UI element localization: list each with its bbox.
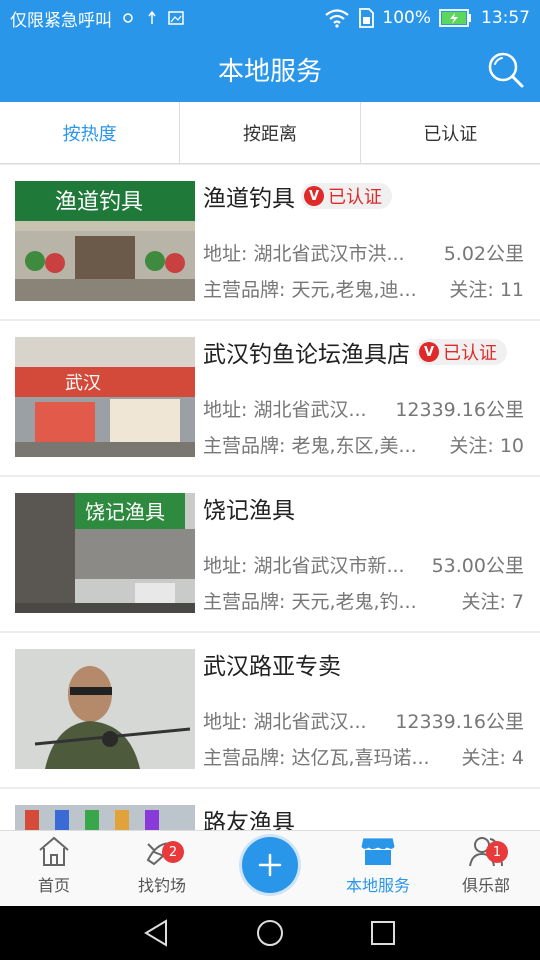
shop-sign-text: 渔道钓具 bbox=[55, 190, 143, 215]
status-bar: 仅限紧急呼叫 100% 13:57 bbox=[0, 0, 540, 36]
brands-row: 主营品牌: 天元,老鬼,钓... 关注: 7 bbox=[203, 587, 524, 614]
search-icon[interactable] bbox=[486, 50, 526, 90]
shop-list: 渔道钓具 渔道钓具 V 已认证 地址: 湖北省武汉市洪... 5.02公里 主营… bbox=[0, 165, 540, 830]
shop-brands: 主营品牌: 达亿瓦,喜玛诺... bbox=[203, 747, 430, 769]
shop-name: 武汉钓鱼论坛渔具店 V 已认证 bbox=[203, 335, 507, 369]
address-row: 地址: 湖北省武汉市洪... 5.02公里 bbox=[203, 239, 524, 266]
tab-by-popularity[interactable]: 按热度 bbox=[0, 102, 181, 163]
brands-row: 主营品牌: 老鬼,东区,美... 关注: 10 bbox=[203, 431, 524, 458]
shop-distance: 53.00公里 bbox=[431, 555, 524, 577]
club-badge: 1 bbox=[486, 841, 508, 863]
v-icon: V bbox=[304, 186, 324, 206]
shop-name: 饶记渔具 bbox=[203, 491, 295, 525]
shop-name: 路友渔具 bbox=[203, 803, 295, 830]
shop-photo bbox=[15, 649, 195, 769]
shop-address: 地址: 湖北省武汉... bbox=[203, 399, 367, 421]
home-icon bbox=[39, 836, 69, 866]
carrier-text: 仅限紧急呼叫 bbox=[10, 10, 112, 31]
shop-icon bbox=[360, 837, 396, 865]
clock: 13:57 bbox=[481, 8, 530, 28]
nav-fishing-spot[interactable]: 2 找钓场 bbox=[108, 831, 216, 906]
nav-add[interactable] bbox=[216, 831, 324, 906]
nav-local-service[interactable]: 本地服务 bbox=[324, 831, 432, 906]
page-title: 本地服务 bbox=[217, 56, 322, 87]
shop-photo: 饶记渔具 bbox=[15, 493, 195, 613]
notification-icon bbox=[123, 13, 133, 23]
home-circle-icon[interactable] bbox=[255, 918, 285, 948]
shop-distance: 12339.16公里 bbox=[395, 711, 524, 733]
shop-name: 渔道钓具 V 已认证 bbox=[203, 179, 392, 213]
shop-name-text: 武汉路亚专卖 bbox=[203, 654, 341, 680]
brands-row: 主营品牌: 达亿瓦,喜玛诺... 关注: 4 bbox=[203, 743, 524, 770]
sort-tabs: 按热度 按距离 已认证 bbox=[0, 102, 540, 164]
v-icon: V bbox=[419, 342, 439, 362]
nav-home-label: 首页 bbox=[37, 876, 70, 895]
shop-sign-text: 饶记渔具 bbox=[85, 500, 165, 524]
nav-club[interactable]: 1 俱乐部 bbox=[432, 831, 540, 906]
shop-brands: 主营品牌: 天元,老鬼,迪... bbox=[203, 279, 417, 301]
address-row: 地址: 湖北省武汉... 12339.16公里 bbox=[203, 395, 524, 422]
shop-distance: 5.02公里 bbox=[443, 243, 524, 265]
usb-icon bbox=[148, 11, 156, 24]
shop-name-text: 武汉钓鱼论坛渔具店 bbox=[203, 342, 410, 368]
shop-list-item[interactable]: 武汉 武汉钓鱼论坛渔具店 V 已认证 地址: 湖北省武汉... 12339.16… bbox=[0, 321, 540, 475]
shop-follows: 关注: 7 bbox=[461, 591, 524, 613]
verified-label: 已认证 bbox=[328, 187, 382, 208]
shop-photo: 武汉 bbox=[15, 337, 195, 457]
bottom-nav: 首页 2 找钓场 本地服务 1 俱乐部 bbox=[0, 830, 540, 906]
battery-percent: 100% bbox=[382, 8, 431, 28]
wifi-icon bbox=[325, 9, 350, 28]
address-row: 地址: 湖北省武汉... 12339.16公里 bbox=[203, 707, 524, 734]
shop-follows: 关注: 4 bbox=[461, 747, 524, 769]
shop-name-text: 渔道钓具 bbox=[203, 186, 295, 212]
nav-club-label: 俱乐部 bbox=[461, 876, 510, 895]
sim-card-icon bbox=[359, 8, 375, 28]
shop-name-text: 饶记渔具 bbox=[203, 498, 295, 524]
system-nav-bar bbox=[0, 906, 540, 960]
shop-list-item[interactable]: 路友渔具 bbox=[0, 789, 540, 830]
nav-fishing-spot-label: 找钓场 bbox=[137, 876, 186, 895]
shop-address: 地址: 湖北省武汉市新... bbox=[203, 555, 405, 577]
shop-follows: 关注: 10 bbox=[449, 435, 524, 457]
add-button[interactable] bbox=[242, 837, 298, 893]
verified-badge: V 已认证 bbox=[416, 339, 507, 365]
shop-list-item[interactable]: 饶记渔具 饶记渔具 地址: 湖北省武汉市新... 53.00公里 主营品牌: 天… bbox=[0, 477, 540, 631]
nav-home[interactable]: 首页 bbox=[0, 831, 108, 906]
shop-photo: 渔道钓具 bbox=[15, 181, 195, 301]
verified-badge: V 已认证 bbox=[301, 183, 392, 209]
fishing-spot-badge: 2 bbox=[162, 841, 184, 863]
address-row: 地址: 湖北省武汉市新... 53.00公里 bbox=[203, 551, 524, 578]
nav-local-service-label: 本地服务 bbox=[345, 876, 410, 895]
back-icon[interactable] bbox=[142, 918, 172, 948]
shop-distance: 12339.16公里 bbox=[395, 399, 524, 421]
app-header: 本地服务 bbox=[0, 36, 540, 102]
brands-row: 主营品牌: 天元,老鬼,迪... 关注: 11 bbox=[203, 275, 524, 302]
shop-address: 地址: 湖北省武汉... bbox=[203, 711, 367, 733]
shop-brands: 主营品牌: 天元,老鬼,钓... bbox=[203, 591, 417, 613]
shop-list-item[interactable]: 渔道钓具 渔道钓具 V 已认证 地址: 湖北省武汉市洪... 5.02公里 主营… bbox=[0, 165, 540, 319]
shop-name: 武汉路亚专卖 bbox=[203, 647, 341, 681]
shop-name-text: 路友渔具 bbox=[203, 810, 295, 830]
plus-icon bbox=[258, 853, 282, 877]
shop-follows: 关注: 11 bbox=[449, 279, 524, 301]
shop-address: 地址: 湖北省武汉市洪... bbox=[203, 243, 405, 265]
tab-by-distance[interactable]: 按距离 bbox=[180, 102, 361, 163]
shop-photo bbox=[15, 805, 195, 830]
verified-label: 已认证 bbox=[443, 343, 497, 364]
shop-brands: 主营品牌: 老鬼,东区,美... bbox=[203, 435, 417, 457]
shop-sign-text: 武汉 bbox=[65, 373, 101, 394]
image-icon bbox=[168, 11, 184, 25]
battery-charging-icon bbox=[439, 9, 471, 27]
tab-verified[interactable]: 已认证 bbox=[361, 102, 540, 163]
shop-list-item[interactable]: 武汉路亚专卖 地址: 湖北省武汉... 12339.16公里 主营品牌: 达亿瓦… bbox=[0, 633, 540, 787]
recents-icon[interactable] bbox=[368, 918, 398, 948]
